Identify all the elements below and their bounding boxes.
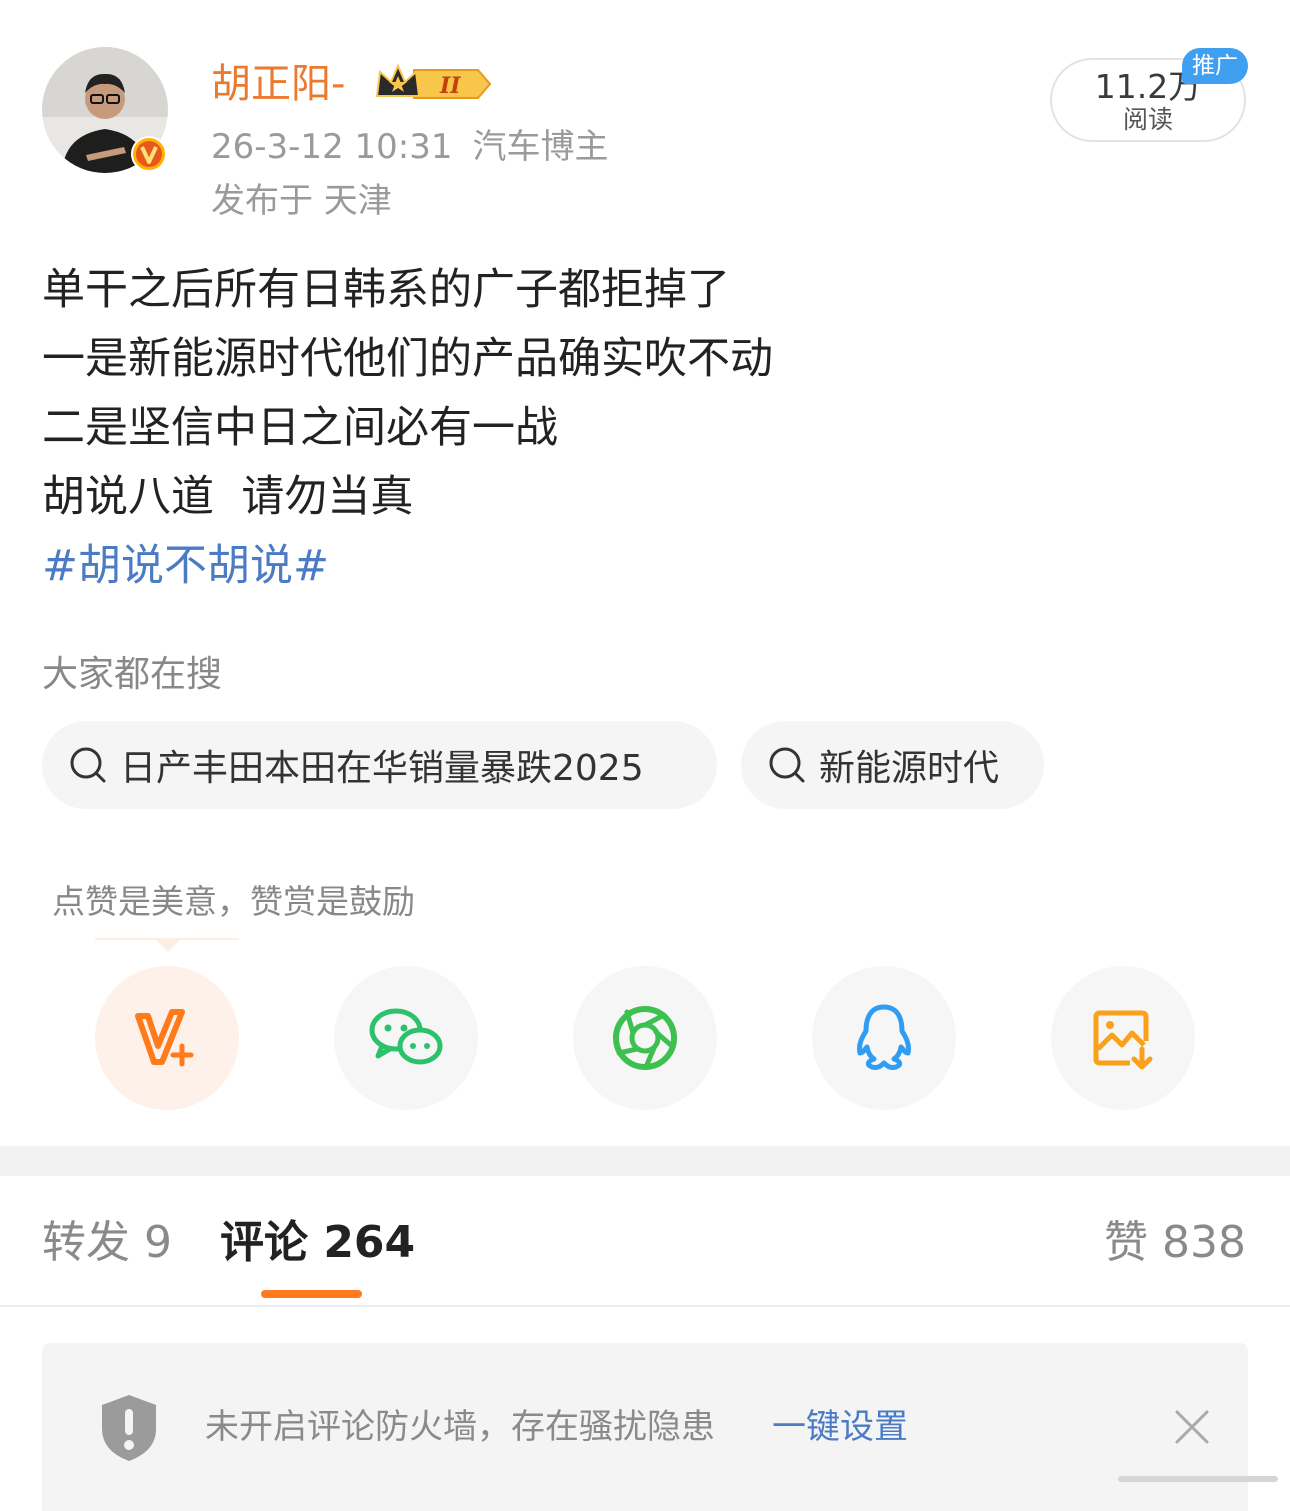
search-chip-label: 新能源时代	[819, 748, 1000, 789]
active-tab-indicator	[261, 1290, 362, 1298]
qq-icon	[857, 1004, 911, 1070]
reward-button[interactable]	[95, 966, 239, 1110]
one-click-setup-link[interactable]: 一键设置	[772, 1405, 908, 1449]
post-location: 发布于 天津	[211, 181, 392, 221]
save-image-button[interactable]	[1051, 966, 1195, 1110]
close-icon[interactable]	[1172, 1407, 1212, 1447]
notice-text: 未开启评论防火墙，存在骚扰隐患	[205, 1407, 715, 1447]
search-chip[interactable]: 新能源时代	[741, 721, 1044, 809]
hashtag-link[interactable]: #胡说不胡说#	[42, 532, 773, 601]
post-line: 胡说八道 请勿当真	[42, 472, 414, 522]
hot-search-title: 大家都在搜	[42, 654, 223, 695]
post-line: 一是新能源时代他们的产品确实吹不动	[42, 334, 773, 384]
post-content: 单干之后所有日韩系的广子都拒掉了 一是新能源时代他们的产品确实吹不动 二是坚信中…	[42, 256, 773, 601]
verified-badge-icon	[131, 136, 167, 172]
level-badge-text: II	[439, 73, 461, 99]
share-moments-button[interactable]	[573, 966, 717, 1110]
post-line: 二是坚信中日之间必有一战	[42, 403, 558, 453]
tip-pointer	[154, 938, 182, 952]
post-line: 单干之后所有日韩系的广子都拒掉了	[42, 265, 730, 315]
save-image-icon	[1093, 1010, 1153, 1070]
author-name[interactable]: 胡正阳-	[211, 58, 345, 110]
section-divider	[0, 1146, 1290, 1176]
tab-like[interactable]: 赞 838	[1104, 1214, 1246, 1272]
post-meta: 26-3-12 10:31 汽车博主	[211, 124, 609, 170]
share-wechat-button[interactable]	[334, 966, 478, 1110]
home-indicator	[1118, 1476, 1278, 1482]
wechat-icon	[369, 1008, 443, 1065]
tab-comment[interactable]: 评论 264	[220, 1214, 415, 1272]
search-chip[interactable]: 日产丰田本田在华销量暴跌2025	[42, 721, 717, 809]
reward-tip: 点赞是美意，赞赏是鼓励	[52, 882, 415, 921]
promote-badge[interactable]: 推广	[1182, 48, 1248, 84]
tab-repost[interactable]: 转发 9	[42, 1214, 172, 1272]
tab-divider	[0, 1305, 1290, 1307]
search-chip-label: 日产丰田本田在华销量暴跌2025	[120, 748, 644, 789]
reward-v-plus-icon	[135, 1009, 194, 1067]
comment-firewall-notice: 未开启评论防火墙，存在骚扰隐患 一键设置	[42, 1343, 1248, 1511]
moments-icon	[613, 1006, 677, 1070]
post-source: 汽车博主	[472, 127, 609, 167]
shield-alert-icon	[102, 1395, 156, 1461]
read-count-label: 阅读	[1122, 105, 1173, 134]
share-qq-button[interactable]	[812, 966, 956, 1110]
member-crown-icon[interactable]: II	[374, 62, 492, 106]
post-time: 26-3-12 10:31	[211, 127, 453, 167]
search-icon	[769, 747, 805, 783]
search-icon	[70, 747, 106, 783]
